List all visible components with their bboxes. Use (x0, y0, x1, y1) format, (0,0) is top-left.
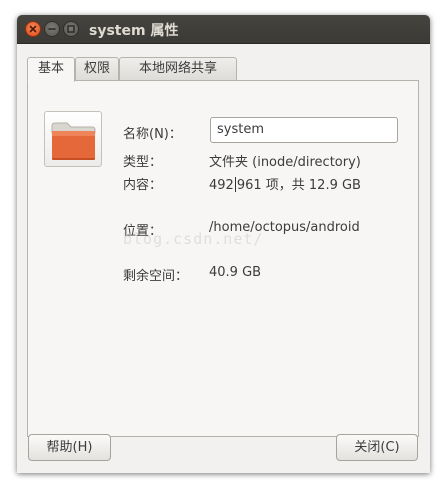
maximize-icon (67, 25, 75, 33)
contents-value-part1: 492 (209, 178, 234, 193)
basic-panel: 名称(N)： system 类型： 文件夹 (inode/directory) … (27, 80, 419, 437)
close-icon (29, 25, 37, 33)
maximize-window-button[interactable] (63, 21, 79, 37)
close-window-button[interactable] (25, 21, 41, 37)
tab-permissions[interactable]: 权限 (75, 57, 119, 81)
folder-icon-button[interactable] (44, 111, 102, 167)
help-button[interactable]: 帮助(H) (28, 434, 111, 461)
contents-value-part2: 961 项，共 12.9 GB (236, 178, 361, 193)
name-input[interactable]: system (210, 117, 398, 143)
type-label: 类型： (123, 155, 163, 170)
minimize-window-button[interactable] (44, 21, 60, 37)
name-label: 名称(N)： (123, 127, 182, 142)
close-button[interactable]: 关闭(C) (336, 434, 418, 461)
free-space-value: 40.9 GB (209, 265, 262, 280)
contents-value: 492 961 项，共 12.9 GB (209, 174, 361, 193)
titlebar[interactable]: system 属性 (17, 15, 430, 44)
tab-basic[interactable]: 基本 (27, 57, 75, 82)
watermark: blog.csdn.net/ (123, 230, 264, 248)
folder-icon (51, 122, 96, 160)
free-space-label: 剩余空间： (123, 269, 189, 284)
type-value: 文件夹 (inode/directory) (209, 155, 361, 170)
text-cursor (234, 177, 236, 192)
window-title: system 属性 (89, 23, 179, 39)
contents-label: 内容： (123, 178, 163, 193)
minimize-icon (48, 28, 56, 30)
tab-local-network-share[interactable]: 本地网络共享 (119, 57, 237, 81)
